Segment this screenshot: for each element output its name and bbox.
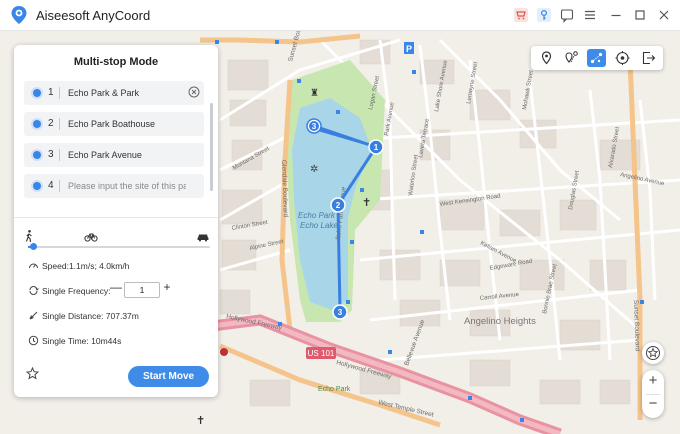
stop-row-4[interactable]: 4 Please input the site of this patl bbox=[24, 174, 204, 198]
walk-icon[interactable] bbox=[22, 229, 36, 243]
time-text: Single Time: 10m44s bbox=[42, 336, 122, 346]
stop-input[interactable]: Please input the site of this patl bbox=[68, 181, 186, 191]
stop-dot-icon bbox=[33, 120, 41, 128]
stop-number: 1 bbox=[48, 87, 54, 98]
stop-number: 4 bbox=[48, 180, 54, 191]
title-bar: Aiseesoft AnyCoord bbox=[0, 0, 680, 31]
distance-text: Single Distance: 707.37m bbox=[42, 311, 139, 321]
cart-icon[interactable] bbox=[513, 7, 529, 23]
svg-text:P: P bbox=[406, 44, 412, 54]
start-move-button[interactable]: Start Move bbox=[128, 366, 209, 387]
echo-lake-label: Echo Lake bbox=[300, 221, 338, 230]
us101-label: US 101 bbox=[308, 349, 335, 358]
waypoint-marker-2[interactable]: 2 bbox=[330, 197, 346, 213]
app-title: Aiseesoft AnyCoord bbox=[36, 8, 151, 23]
close-icon[interactable] bbox=[656, 7, 672, 23]
favorites-button[interactable] bbox=[642, 342, 664, 364]
waypoint-marker-3-end[interactable]: 3 bbox=[332, 304, 348, 320]
church-icon: ✝ bbox=[362, 197, 371, 209]
car-icon[interactable] bbox=[196, 229, 210, 243]
frequency-label: Single Frequency: bbox=[42, 286, 111, 296]
export-icon[interactable] bbox=[639, 49, 658, 67]
stop-separator bbox=[59, 87, 60, 99]
waypoint-marker-1[interactable]: 1 bbox=[368, 139, 384, 155]
maximize-icon[interactable] bbox=[632, 7, 648, 23]
frequency-decrease-button[interactable]: — bbox=[110, 281, 122, 293]
one-stop-icon[interactable] bbox=[562, 49, 581, 67]
stop-dot-icon bbox=[33, 89, 41, 97]
teleport-icon[interactable] bbox=[537, 49, 556, 67]
stop-row-3[interactable]: 3 Echo Park Avenue bbox=[24, 143, 204, 167]
frequency-increase-button[interactable]: + bbox=[161, 281, 173, 293]
frequency-input[interactable]: 1 bbox=[124, 282, 160, 298]
stop-separator bbox=[59, 180, 60, 192]
zoom-in-button[interactable]: + bbox=[642, 372, 664, 389]
star-badge-icon bbox=[646, 346, 660, 360]
fountain-icon: ✲ bbox=[310, 164, 318, 175]
key-icon[interactable] bbox=[536, 7, 552, 23]
menu-icon[interactable] bbox=[582, 7, 598, 23]
stop-row-2[interactable]: 2 Echo Park Boathouse bbox=[24, 112, 204, 136]
svg-text:2: 2 bbox=[336, 201, 341, 210]
waypoint-marker-3-start[interactable]: 3 bbox=[306, 118, 322, 134]
panel-divider bbox=[14, 217, 218, 218]
multi-stop-panel: Multi-stop Mode 1 Echo Park & Park 2 Ech… bbox=[14, 45, 218, 397]
stop-separator bbox=[59, 149, 60, 161]
multi-stop-icon[interactable] bbox=[587, 49, 606, 67]
repeat-icon bbox=[29, 286, 39, 295]
mode-toolbar bbox=[531, 46, 663, 70]
speed-text: Speed:1.1m/s; 4.0km/h bbox=[42, 261, 130, 271]
echo-park-small-label: Echo Park bbox=[318, 386, 351, 393]
stop-name[interactable]: Echo Park & Park bbox=[68, 88, 186, 98]
panel-title: Multi-stop Mode bbox=[73, 56, 159, 68]
stop-separator bbox=[59, 118, 60, 130]
joystick-icon[interactable] bbox=[613, 49, 632, 67]
zoom-out-button[interactable]: − bbox=[642, 395, 664, 412]
stop-number: 3 bbox=[48, 149, 54, 160]
feedback-icon[interactable] bbox=[559, 7, 575, 23]
speed-slider-track[interactable] bbox=[28, 246, 210, 248]
favorite-star-icon[interactable] bbox=[26, 367, 39, 380]
church-icon: ♜ bbox=[310, 88, 319, 99]
stop-dot-icon bbox=[33, 182, 41, 190]
distance-icon bbox=[29, 311, 38, 320]
clear-stop-icon[interactable] bbox=[188, 86, 200, 98]
clock-icon bbox=[28, 335, 39, 346]
speedometer-icon bbox=[29, 263, 38, 269]
stop-number: 2 bbox=[48, 118, 54, 129]
svg-text:3: 3 bbox=[338, 308, 343, 317]
echo-park-label: Echo Park bbox=[298, 211, 336, 220]
svg-text:1: 1 bbox=[374, 143, 379, 152]
minimize-icon[interactable] bbox=[608, 7, 624, 23]
speed-slider-thumb[interactable] bbox=[29, 243, 37, 250]
stop-list-scrollbar[interactable] bbox=[210, 103, 213, 191]
stop-name[interactable]: Echo Park Avenue bbox=[68, 150, 186, 160]
church-icon: ✝ bbox=[196, 415, 205, 427]
app-logo-icon bbox=[11, 6, 27, 24]
stop-dot-icon bbox=[33, 151, 41, 159]
angelino-heights-label: Angelino Heights bbox=[464, 316, 536, 327]
zoom-control: + − bbox=[642, 370, 664, 418]
stop-name[interactable]: Echo Park Boathouse bbox=[68, 119, 186, 129]
bike-icon[interactable] bbox=[84, 229, 98, 243]
svg-text:3: 3 bbox=[312, 122, 317, 131]
stop-row-1[interactable]: 1 Echo Park & Park bbox=[24, 81, 204, 105]
